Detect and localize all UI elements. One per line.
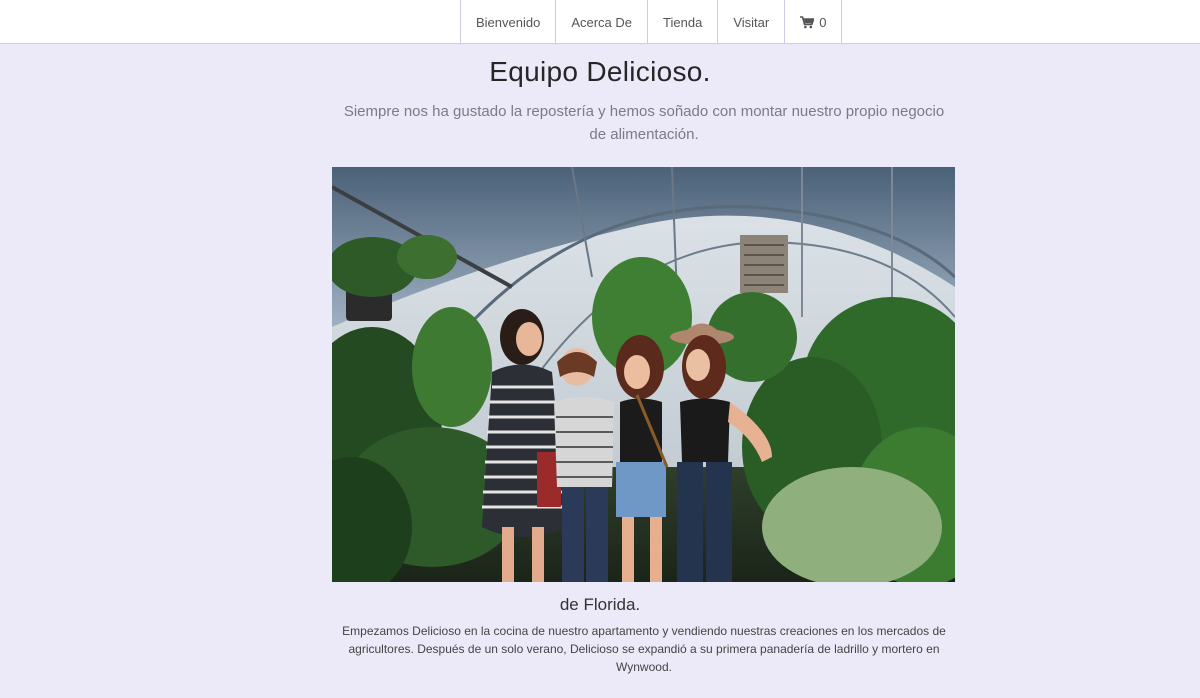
story-title: de Florida. — [559, 595, 641, 614]
nav-item-tienda[interactable]: Tienda — [648, 0, 719, 44]
main-nav: Bienvenido Acerca De Tienda Visitar 0 — [460, 0, 843, 44]
nav-item-label: Visitar — [733, 14, 770, 30]
page-subtitle: Siempre nos ha gustado la repostería y h… — [343, 103, 945, 143]
nav-item-acerca-de[interactable]: Acerca De — [556, 0, 649, 44]
shopping-cart-icon — [800, 15, 815, 29]
cart-count: 0 — [819, 14, 827, 30]
nav-item-bienvenido[interactable]: Bienvenido — [461, 0, 557, 44]
cart-button[interactable]: 0 — [785, 0, 843, 44]
top-navigation-bar: Bienvenido Acerca De Tienda Visitar 0 — [0, 0, 1200, 44]
team-photo — [332, 167, 955, 582]
nav-item-label: Bienvenido — [476, 14, 541, 30]
story-text: Empezamos Delicioso en la cocina de nues… — [342, 624, 946, 674]
nav-item-label: Tienda — [663, 14, 703, 30]
nav-item-label: Acerca De — [571, 14, 633, 30]
about-section: Equipo Delicioso. Siempre nos ha gustado… — [0, 44, 1200, 698]
page-title: Equipo Delicioso. — [489, 56, 711, 87]
nav-item-visitar[interactable]: Visitar — [718, 0, 786, 44]
